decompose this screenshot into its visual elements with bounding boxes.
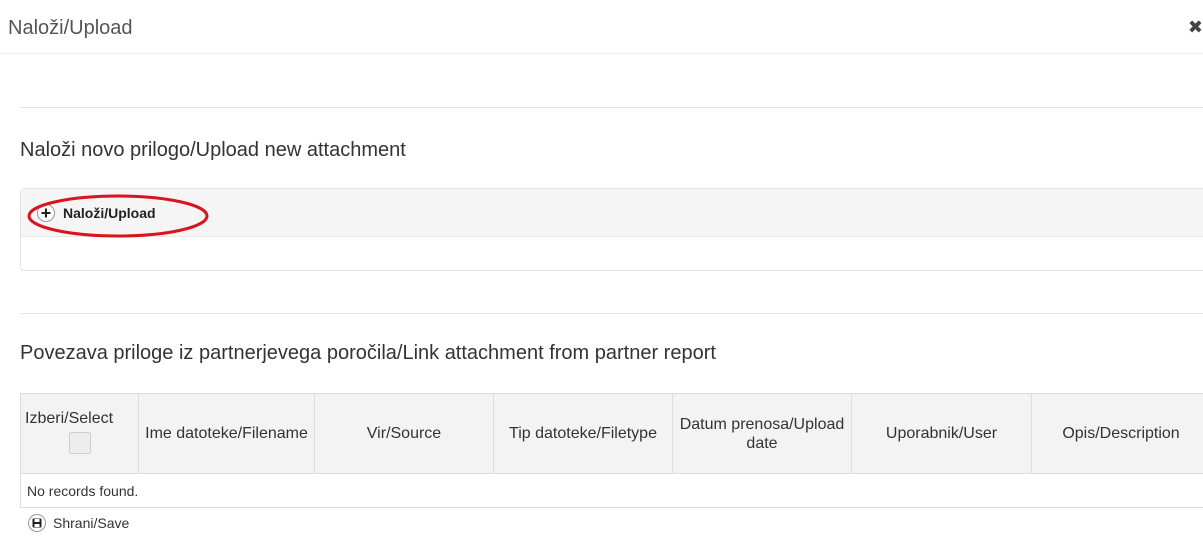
floppy-disk-icon <box>28 514 46 532</box>
close-icon[interactable]: ✖ <box>1188 18 1203 36</box>
save-button[interactable]: Shrani/Save <box>28 514 129 532</box>
dialog-header: Naloži/Upload ✖ <box>0 0 1203 54</box>
save-button-label: Shrani/Save <box>53 515 130 531</box>
column-header-description[interactable]: Opis/Description <box>1031 393 1203 474</box>
empty-message: No records found. <box>20 473 1203 508</box>
column-header-filename[interactable]: Ime datoteke/Filename <box>138 393 315 474</box>
table-row: No records found. <box>20 473 1203 508</box>
section-divider <box>20 313 1203 314</box>
upload-button-label: Naloži/Upload <box>63 205 156 221</box>
upload-panel: Naloži/Upload <box>20 188 1203 271</box>
column-header-source[interactable]: Vir/Source <box>314 393 494 474</box>
select-all-checkbox[interactable] <box>68 431 91 454</box>
link-section-title: Povezava priloge iz partnerjevega poroči… <box>20 342 716 364</box>
upload-toolbar: Naloži/Upload <box>21 189 1203 237</box>
column-header-filetype[interactable]: Tip datoteke/Filetype <box>493 393 673 474</box>
upload-section-title: Naloži novo prilogo/Upload new attachmen… <box>20 139 406 161</box>
attachments-table: Izberi/Select Ime datoteke/Filename Vir/… <box>20 393 1203 508</box>
column-header-upload-date[interactable]: Datum prenosa/Upload date <box>672 393 852 474</box>
table-header-row: Izberi/Select Ime datoteke/Filename Vir/… <box>20 393 1203 474</box>
dialog-title: Naloži/Upload <box>8 17 133 39</box>
upload-button[interactable]: Naloži/Upload <box>37 203 156 223</box>
section-divider <box>20 107 1203 108</box>
upload-dialog: Naloži/Upload ✖ Naloži novo prilogo/Uplo… <box>0 0 1203 537</box>
column-header-select: Izberi/Select <box>20 393 139 474</box>
plus-circle-icon <box>37 204 55 222</box>
column-header-user[interactable]: Uporabnik/User <box>851 393 1032 474</box>
